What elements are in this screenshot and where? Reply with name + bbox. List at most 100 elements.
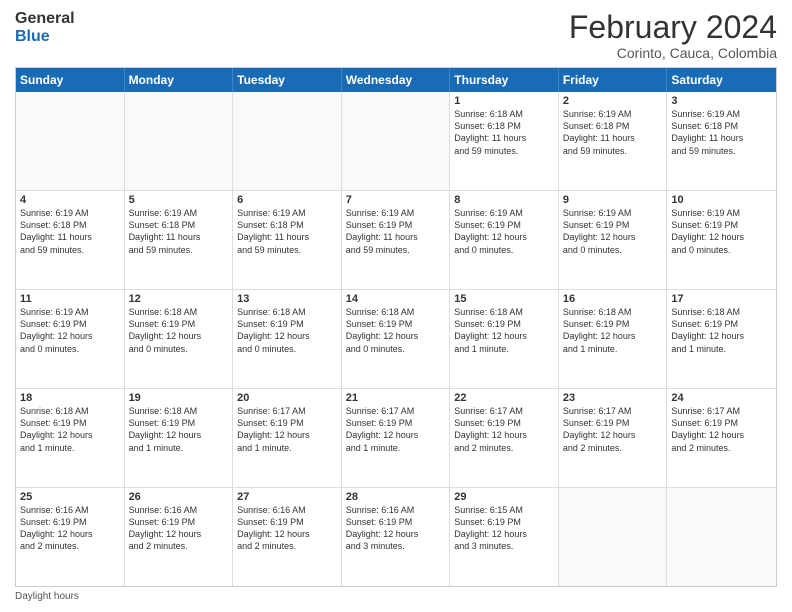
logo: General Blue General Blue xyxy=(15,10,75,45)
cell-info: Sunrise: 6:19 AM Sunset: 6:18 PM Dayligh… xyxy=(237,207,337,256)
cal-cell: 11Sunrise: 6:19 AM Sunset: 6:19 PM Dayli… xyxy=(16,290,125,388)
cell-info: Sunrise: 6:18 AM Sunset: 6:19 PM Dayligh… xyxy=(20,405,120,454)
logo-general: General xyxy=(15,10,75,28)
week-row-2: 11Sunrise: 6:19 AM Sunset: 6:19 PM Dayli… xyxy=(16,290,776,389)
day-number: 22 xyxy=(454,392,554,404)
day-number: 15 xyxy=(454,293,554,305)
cell-info: Sunrise: 6:18 AM Sunset: 6:19 PM Dayligh… xyxy=(129,405,229,454)
footer: Daylight hours xyxy=(15,591,777,602)
cal-cell: 5Sunrise: 6:19 AM Sunset: 6:18 PM Daylig… xyxy=(125,191,234,289)
cell-info: Sunrise: 6:18 AM Sunset: 6:19 PM Dayligh… xyxy=(237,306,337,355)
day-number: 23 xyxy=(563,392,663,404)
day-number: 18 xyxy=(20,392,120,404)
cal-cell: 2Sunrise: 6:19 AM Sunset: 6:18 PM Daylig… xyxy=(559,92,668,190)
cell-info: Sunrise: 6:18 AM Sunset: 6:19 PM Dayligh… xyxy=(129,306,229,355)
day-number: 4 xyxy=(20,194,120,206)
week-row-3: 18Sunrise: 6:18 AM Sunset: 6:19 PM Dayli… xyxy=(16,389,776,488)
cal-cell xyxy=(559,488,668,586)
day-number: 20 xyxy=(237,392,337,404)
cal-cell: 9Sunrise: 6:19 AM Sunset: 6:19 PM Daylig… xyxy=(559,191,668,289)
week-row-1: 4Sunrise: 6:19 AM Sunset: 6:18 PM Daylig… xyxy=(16,191,776,290)
cell-info: Sunrise: 6:16 AM Sunset: 6:19 PM Dayligh… xyxy=(346,504,446,553)
cell-info: Sunrise: 6:19 AM Sunset: 6:18 PM Dayligh… xyxy=(20,207,120,256)
cal-cell: 18Sunrise: 6:18 AM Sunset: 6:19 PM Dayli… xyxy=(16,389,125,487)
cal-cell: 17Sunrise: 6:18 AM Sunset: 6:19 PM Dayli… xyxy=(667,290,776,388)
cell-info: Sunrise: 6:18 AM Sunset: 6:19 PM Dayligh… xyxy=(346,306,446,355)
month-title: February 2024 xyxy=(569,10,777,45)
day-number: 26 xyxy=(129,491,229,503)
cal-cell: 25Sunrise: 6:16 AM Sunset: 6:19 PM Dayli… xyxy=(16,488,125,586)
day-number: 17 xyxy=(671,293,772,305)
cell-info: Sunrise: 6:19 AM Sunset: 6:18 PM Dayligh… xyxy=(671,108,772,157)
cal-cell: 29Sunrise: 6:15 AM Sunset: 6:19 PM Dayli… xyxy=(450,488,559,586)
day-number: 12 xyxy=(129,293,229,305)
day-number: 8 xyxy=(454,194,554,206)
header-day-monday: Monday xyxy=(125,68,234,92)
cal-cell xyxy=(342,92,451,190)
cal-cell: 13Sunrise: 6:18 AM Sunset: 6:19 PM Dayli… xyxy=(233,290,342,388)
cal-cell: 8Sunrise: 6:19 AM Sunset: 6:19 PM Daylig… xyxy=(450,191,559,289)
cell-info: Sunrise: 6:16 AM Sunset: 6:19 PM Dayligh… xyxy=(129,504,229,553)
day-number: 5 xyxy=(129,194,229,206)
cal-cell: 19Sunrise: 6:18 AM Sunset: 6:19 PM Dayli… xyxy=(125,389,234,487)
cal-cell: 14Sunrise: 6:18 AM Sunset: 6:19 PM Dayli… xyxy=(342,290,451,388)
location: Corinto, Cauca, Colombia xyxy=(569,45,777,61)
title-block: February 2024 Corinto, Cauca, Colombia xyxy=(569,10,777,61)
logo-blue: Blue xyxy=(15,28,75,46)
page: General Blue General Blue February 2024 … xyxy=(0,0,792,612)
header: General Blue General Blue February 2024 … xyxy=(15,10,777,61)
cell-info: Sunrise: 6:18 AM Sunset: 6:19 PM Dayligh… xyxy=(563,306,663,355)
cal-cell: 7Sunrise: 6:19 AM Sunset: 6:19 PM Daylig… xyxy=(342,191,451,289)
cal-cell: 23Sunrise: 6:17 AM Sunset: 6:19 PM Dayli… xyxy=(559,389,668,487)
cal-cell xyxy=(667,488,776,586)
day-number: 27 xyxy=(237,491,337,503)
header-day-saturday: Saturday xyxy=(667,68,776,92)
day-number: 13 xyxy=(237,293,337,305)
day-number: 11 xyxy=(20,293,120,305)
cal-cell: 1Sunrise: 6:18 AM Sunset: 6:18 PM Daylig… xyxy=(450,92,559,190)
cell-info: Sunrise: 6:19 AM Sunset: 6:18 PM Dayligh… xyxy=(129,207,229,256)
cal-cell: 28Sunrise: 6:16 AM Sunset: 6:19 PM Dayli… xyxy=(342,488,451,586)
day-number: 6 xyxy=(237,194,337,206)
cell-info: Sunrise: 6:17 AM Sunset: 6:19 PM Dayligh… xyxy=(454,405,554,454)
calendar: SundayMondayTuesdayWednesdayThursdayFrid… xyxy=(15,67,777,587)
cal-cell: 10Sunrise: 6:19 AM Sunset: 6:19 PM Dayli… xyxy=(667,191,776,289)
cell-info: Sunrise: 6:17 AM Sunset: 6:19 PM Dayligh… xyxy=(237,405,337,454)
day-number: 14 xyxy=(346,293,446,305)
day-number: 21 xyxy=(346,392,446,404)
cal-cell xyxy=(233,92,342,190)
day-number: 25 xyxy=(20,491,120,503)
header-day-thursday: Thursday xyxy=(450,68,559,92)
cal-cell: 6Sunrise: 6:19 AM Sunset: 6:18 PM Daylig… xyxy=(233,191,342,289)
day-number: 9 xyxy=(563,194,663,206)
header-day-wednesday: Wednesday xyxy=(342,68,451,92)
day-number: 3 xyxy=(671,95,772,107)
cal-cell xyxy=(125,92,234,190)
header-day-tuesday: Tuesday xyxy=(233,68,342,92)
cal-cell: 21Sunrise: 6:17 AM Sunset: 6:19 PM Dayli… xyxy=(342,389,451,487)
day-number: 19 xyxy=(129,392,229,404)
cell-info: Sunrise: 6:17 AM Sunset: 6:19 PM Dayligh… xyxy=(346,405,446,454)
cal-cell: 3Sunrise: 6:19 AM Sunset: 6:18 PM Daylig… xyxy=(667,92,776,190)
cal-cell: 22Sunrise: 6:17 AM Sunset: 6:19 PM Dayli… xyxy=(450,389,559,487)
header-day-sunday: Sunday xyxy=(16,68,125,92)
cal-cell: 15Sunrise: 6:18 AM Sunset: 6:19 PM Dayli… xyxy=(450,290,559,388)
cell-info: Sunrise: 6:17 AM Sunset: 6:19 PM Dayligh… xyxy=(671,405,772,454)
day-number: 28 xyxy=(346,491,446,503)
cell-info: Sunrise: 6:15 AM Sunset: 6:19 PM Dayligh… xyxy=(454,504,554,553)
cell-info: Sunrise: 6:18 AM Sunset: 6:18 PM Dayligh… xyxy=(454,108,554,157)
cell-info: Sunrise: 6:19 AM Sunset: 6:18 PM Dayligh… xyxy=(563,108,663,157)
cell-info: Sunrise: 6:19 AM Sunset: 6:19 PM Dayligh… xyxy=(454,207,554,256)
day-number: 2 xyxy=(563,95,663,107)
header-day-friday: Friday xyxy=(559,68,668,92)
cal-cell: 27Sunrise: 6:16 AM Sunset: 6:19 PM Dayli… xyxy=(233,488,342,586)
calendar-header: SundayMondayTuesdayWednesdayThursdayFrid… xyxy=(16,68,776,92)
cell-info: Sunrise: 6:18 AM Sunset: 6:19 PM Dayligh… xyxy=(671,306,772,355)
cell-info: Sunrise: 6:17 AM Sunset: 6:19 PM Dayligh… xyxy=(563,405,663,454)
cell-info: Sunrise: 6:16 AM Sunset: 6:19 PM Dayligh… xyxy=(237,504,337,553)
cal-cell: 4Sunrise: 6:19 AM Sunset: 6:18 PM Daylig… xyxy=(16,191,125,289)
cal-cell: 12Sunrise: 6:18 AM Sunset: 6:19 PM Dayli… xyxy=(125,290,234,388)
calendar-body: 1Sunrise: 6:18 AM Sunset: 6:18 PM Daylig… xyxy=(16,92,776,586)
cell-info: Sunrise: 6:18 AM Sunset: 6:19 PM Dayligh… xyxy=(454,306,554,355)
day-number: 7 xyxy=(346,194,446,206)
